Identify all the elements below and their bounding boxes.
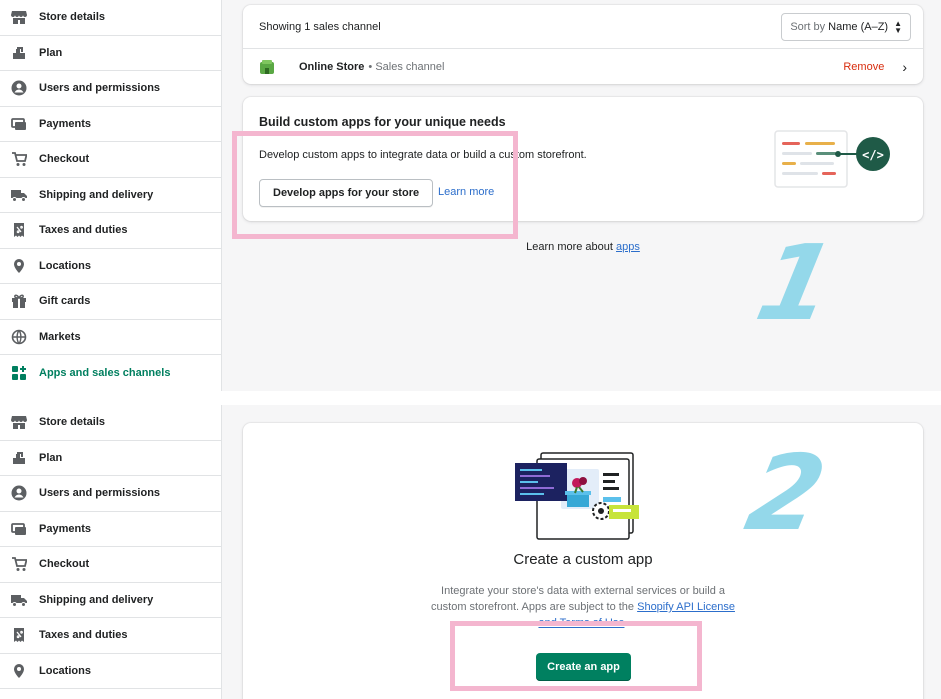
online-store-icon — [259, 59, 275, 75]
apps-icon — [10, 364, 28, 382]
plan-icon — [10, 449, 28, 467]
svg-text:</>: </> — [862, 148, 884, 162]
sidebar-item-checkout[interactable]: Checkout — [0, 547, 221, 583]
sidebar-item-label: Store details — [39, 416, 106, 429]
sidebar-item-label: Payments — [39, 522, 91, 535]
sidebar-item-locations[interactable]: Locations — [0, 654, 221, 689]
build-title: Build custom apps for your unique needs — [259, 115, 506, 129]
store-icon — [10, 413, 28, 431]
user-icon — [10, 79, 28, 97]
payments-icon — [10, 520, 28, 538]
plan-icon — [10, 44, 28, 62]
cart-icon — [10, 150, 28, 168]
highlight-box-step-1 — [232, 131, 518, 239]
sidebar-item-label: Apps and sales channels — [39, 366, 171, 379]
location-icon — [10, 257, 28, 275]
sidebar-item-label: Users and permissions — [39, 487, 161, 500]
truck-icon — [10, 186, 28, 204]
sidebar-item-label: Gift cards — [39, 295, 91, 308]
sidebar-item-label: Checkout — [39, 153, 90, 166]
sort-select[interactable]: Sort by Name (A–Z) ▲ ▼ — [781, 12, 911, 41]
sidebar-item-taxes-and-duties[interactable]: Taxes and duties — [0, 618, 221, 654]
gift-icon — [10, 292, 28, 310]
sidebar-item-store-details[interactable]: Store details — [0, 0, 221, 36]
sidebar-item-locations[interactable]: Locations — [0, 249, 221, 284]
apps-link[interactable]: apps — [616, 241, 640, 253]
sidebar-item-plan[interactable]: Plan — [0, 441, 221, 476]
truck-icon — [10, 591, 28, 609]
sidebar-item-label: Plan — [39, 46, 63, 59]
settings-sidebar: Store details Plan Users and permissions Pa… — [0, 405, 222, 699]
user-icon — [10, 484, 28, 502]
settings-sidebar: Store details Plan Users and permissions Pa… — [0, 0, 222, 391]
location-icon — [10, 662, 28, 680]
sidebar-item-label: Payments — [39, 117, 91, 130]
sidebar-item-label: Plan — [39, 451, 63, 464]
sidebar-item-taxes-and-duties[interactable]: Taxes and duties — [0, 213, 221, 249]
highlight-box-step-2 — [450, 621, 702, 691]
sidebar-item-store-details[interactable]: Store details — [0, 405, 221, 441]
section-divider — [0, 391, 941, 405]
sidebar-item-payments[interactable]: Payments — [0, 107, 221, 142]
select-arrows-icon: ▲ ▼ — [894, 18, 902, 35]
cart-icon — [10, 555, 28, 573]
sidebar-item-label: Checkout — [39, 558, 90, 571]
payments-icon — [10, 115, 28, 133]
custom-app-illustration — [515, 452, 639, 540]
store-icon — [10, 8, 28, 26]
sidebar-item-checkout[interactable]: Checkout — [0, 142, 221, 178]
sales-channels-header: Showing 1 sales channel Sort by Name (A–… — [243, 5, 923, 49]
sort-prefix: Sort by — [790, 20, 826, 33]
sidebar-item-label: Shipping and delivery — [39, 593, 154, 606]
sidebar-item-label: Locations — [39, 664, 91, 677]
sales-channels-card: Showing 1 sales channel Sort by Name (A–… — [243, 5, 923, 84]
receipt-icon — [10, 221, 28, 239]
create-custom-app-title: Create a custom app — [513, 551, 653, 568]
sidebar-item-label: Taxes and duties — [39, 629, 128, 642]
sidebar-item-shipping-and-delivery[interactable]: Shipping and delivery — [0, 178, 221, 213]
sidebar-item-label: Locations — [39, 259, 91, 272]
remove-channel-button[interactable]: Remove — [843, 61, 884, 73]
sort-value: Name (A–Z) — [828, 20, 889, 33]
sidebar-item-label: Markets — [39, 330, 81, 343]
sidebar-item-label: Users and permissions — [39, 82, 161, 95]
channel-type: • Sales channel — [368, 60, 445, 73]
sales-channel-row[interactable]: Online Store • Sales channel Remove › — [243, 49, 923, 84]
showing-count: Showing 1 sales channel — [259, 20, 381, 33]
globe-icon — [10, 328, 28, 346]
sidebar-item-label: Shipping and delivery — [39, 188, 154, 201]
channel-name: Online Store — [299, 60, 365, 73]
sidebar-item-users-and-permissions[interactable]: Users and permissions — [0, 71, 221, 107]
learn-more-text: Learn more about — [526, 241, 617, 253]
sidebar-item-payments[interactable]: Payments — [0, 512, 221, 547]
sidebar-item-markets[interactable]: Markets — [0, 320, 221, 355]
sidebar-item-users-and-permissions[interactable]: Users and permissions — [0, 476, 221, 512]
chevron-right-icon[interactable]: › — [902, 59, 907, 75]
sidebar-item-label: Taxes and duties — [39, 224, 128, 237]
code-document-illustration: </> — [774, 130, 890, 188]
sidebar-item-gift-cards[interactable]: Gift cards — [0, 284, 221, 320]
sidebar-item-apps-and-sales-channels[interactable]: Apps and sales channels — [0, 355, 221, 391]
receipt-icon — [10, 626, 28, 644]
sidebar-item-plan[interactable]: Plan — [0, 36, 221, 71]
sidebar-item-shipping-and-delivery[interactable]: Shipping and delivery — [0, 583, 221, 618]
sidebar-item-label: Store details — [39, 11, 106, 24]
